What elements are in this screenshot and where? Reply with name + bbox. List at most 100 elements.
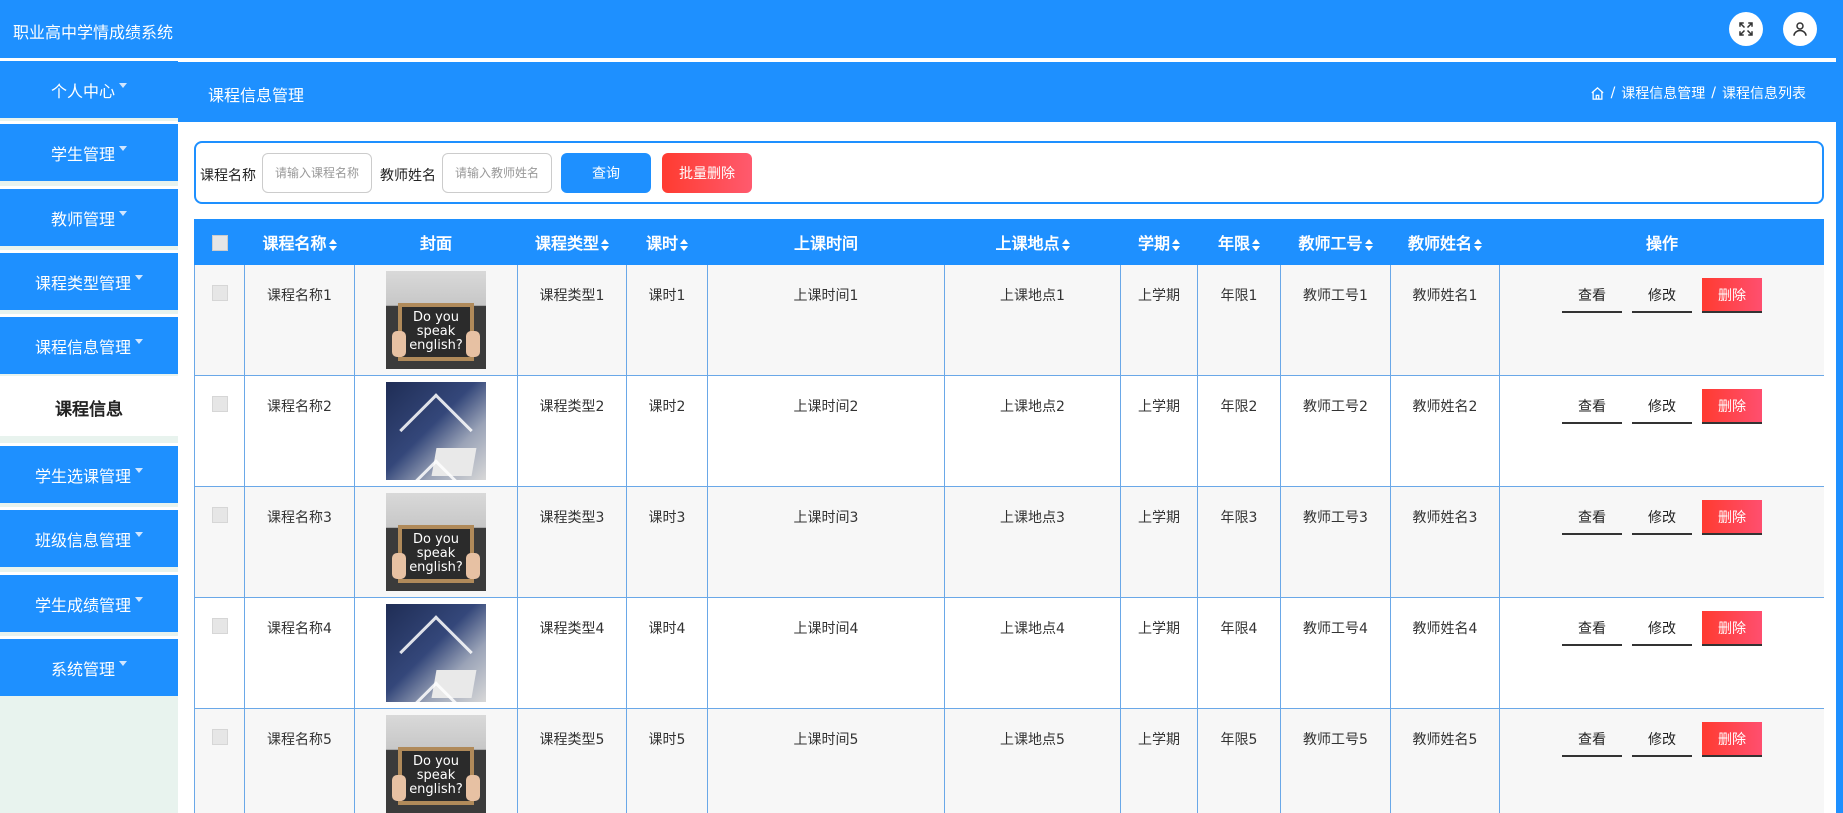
sort-icon[interactable] (680, 238, 688, 251)
sidebar-item-0[interactable]: 个人中心 (0, 58, 178, 118)
edit-button[interactable]: 修改 (1632, 611, 1692, 646)
sidebar-item-3[interactable]: 课程类型管理 (0, 250, 178, 310)
edit-button[interactable]: 修改 (1632, 389, 1692, 424)
delete-button[interactable]: 删除 (1702, 389, 1762, 424)
sidebar-item-label: 课程信息 (55, 400, 123, 420)
sidebar-item-label: 班级信息管理 (34, 530, 131, 550)
row-actions: 查看 修改 删除 (1500, 278, 1824, 313)
view-button[interactable]: 查看 (1562, 722, 1622, 757)
select-all-checkbox[interactable] (211, 235, 228, 251)
column-header-9[interactable]: 教师姓名 (1390, 219, 1500, 265)
column-header-5[interactable]: 上课地点 (944, 219, 1121, 265)
page-header: 课程信息管理 / 课程信息管理 / 课程信息列表 (178, 62, 1836, 122)
cell-term: 上学期 (1120, 597, 1198, 709)
cell-time: 上课时间4 (707, 597, 945, 709)
sort-icon[interactable] (601, 238, 609, 251)
sort-icon[interactable] (328, 238, 337, 251)
sort-icon[interactable] (1252, 238, 1260, 251)
search-panel: 课程名称 教师姓名 查询 批量删除 (194, 141, 1824, 204)
view-button[interactable]: 查看 (1562, 278, 1622, 313)
delete-button[interactable]: 删除 (1702, 611, 1762, 646)
column-header-6[interactable]: 学期 (1120, 219, 1198, 265)
sidebar-item-4[interactable]: 课程信息管理 (0, 314, 178, 374)
teacher-name-input[interactable] (442, 153, 552, 193)
select-all-header[interactable] (194, 219, 245, 265)
view-button[interactable]: 查看 (1562, 611, 1622, 646)
row-actions: 查看 修改 删除 (1500, 500, 1824, 535)
cell-name: 课程名称3 (244, 486, 355, 598)
actions-cell: 查看 修改 删除 (1499, 375, 1824, 487)
edit-button[interactable]: 修改 (1632, 500, 1692, 535)
cell-teacher-name: 教师姓名4 (1390, 597, 1500, 709)
row-select-cell[interactable] (194, 264, 245, 376)
row-select-cell[interactable] (194, 486, 245, 598)
actions-cell: 查看 修改 删除 (1499, 486, 1824, 598)
sidebar-item-6[interactable]: 学生选课管理 (0, 443, 178, 503)
sidebar-item-label: 学生成绩管理 (34, 595, 131, 615)
caret-down-icon (135, 532, 143, 537)
cell-time: 上课时间5 (707, 708, 945, 813)
cell-teacher-no: 教师工号5 (1280, 708, 1391, 813)
column-header-label: 课程类型 (534, 234, 599, 253)
table-row: 课程名称3 Do you speak english? 课程类型3 课时3 上课时间3 上课地… (194, 486, 1824, 598)
query-button[interactable]: 查询 (561, 153, 651, 193)
cover-cell (354, 375, 518, 487)
edit-button[interactable]: 修改 (1632, 278, 1692, 313)
sort-icon[interactable] (1172, 238, 1180, 251)
page-title: 课程信息管理 (208, 86, 305, 105)
cell-term: 上学期 (1120, 264, 1198, 376)
row-select-cell[interactable] (194, 708, 245, 813)
table-row: 课程名称5 Do you speak english? 课程类型5 课时5 上课时间5 上课地… (194, 708, 1824, 813)
caret-down-icon (119, 146, 127, 151)
course-name-input[interactable] (262, 153, 372, 193)
column-header-3[interactable]: 课时 (626, 219, 708, 265)
row-select-cell[interactable] (194, 375, 245, 487)
delete-button[interactable]: 删除 (1702, 722, 1762, 757)
page-scrollbar[interactable] (1836, 0, 1843, 813)
breadcrumb: / 课程信息管理 / 课程信息列表 (1590, 83, 1806, 103)
edit-button[interactable]: 修改 (1632, 722, 1692, 757)
sort-icon[interactable] (1061, 238, 1070, 251)
row-checkbox[interactable] (211, 507, 228, 523)
column-header-8[interactable]: 教师工号 (1280, 219, 1391, 265)
sidebar-item-label: 课程信息管理 (34, 337, 131, 357)
delete-button[interactable]: 删除 (1702, 278, 1762, 313)
actions-cell: 查看 修改 删除 (1499, 264, 1824, 376)
sidebar-item-label: 教师管理 (50, 209, 115, 229)
column-header-7[interactable]: 年限 (1197, 219, 1281, 265)
sidebar-item-1[interactable]: 学生管理 (0, 121, 178, 181)
user-icon[interactable] (1783, 12, 1817, 46)
sidebar-item-2[interactable]: 教师管理 (0, 186, 178, 246)
column-header-2[interactable]: 课程类型 (517, 219, 627, 265)
fullscreen-icon[interactable] (1729, 12, 1763, 46)
column-header-label: 教师姓名 (1407, 234, 1472, 253)
cover-cell: Do you speak english? (354, 708, 518, 813)
row-checkbox[interactable] (211, 396, 228, 412)
sidebar-item-9[interactable]: 系统管理 (0, 636, 178, 696)
column-header-label: 年限 (1217, 234, 1250, 253)
breadcrumb-item-course-manage[interactable]: 课程信息管理 (1621, 83, 1705, 103)
cell-type: 课程类型2 (517, 375, 627, 487)
row-checkbox[interactable] (211, 285, 228, 301)
row-actions: 查看 修改 删除 (1500, 611, 1824, 646)
batch-delete-button[interactable]: 批量删除 (662, 153, 752, 193)
sidebar-item-8[interactable]: 学生成绩管理 (0, 572, 178, 632)
row-select-cell[interactable] (194, 597, 245, 709)
home-icon[interactable] (1590, 86, 1605, 101)
cover-image-student-writing (386, 604, 486, 702)
column-header-label: 课程名称 (262, 234, 327, 253)
row-actions: 查看 修改 删除 (1500, 389, 1824, 424)
view-button[interactable]: 查看 (1562, 389, 1622, 424)
row-checkbox[interactable] (211, 618, 228, 634)
row-checkbox[interactable] (211, 729, 228, 745)
sort-icon[interactable] (1474, 238, 1482, 251)
view-button[interactable]: 查看 (1562, 500, 1622, 535)
delete-button[interactable]: 删除 (1702, 500, 1762, 535)
sort-icon[interactable] (1364, 238, 1373, 251)
column-header-0[interactable]: 课程名称 (244, 219, 355, 265)
sidebar-item-7[interactable]: 班级信息管理 (0, 507, 178, 567)
cell-name: 课程名称4 (244, 597, 355, 709)
column-header-label: 教师工号 (1298, 234, 1363, 253)
cover-image-speak-english: Do you speak english? (386, 715, 486, 813)
sidebar-item-5[interactable]: 课程信息 (0, 376, 178, 436)
